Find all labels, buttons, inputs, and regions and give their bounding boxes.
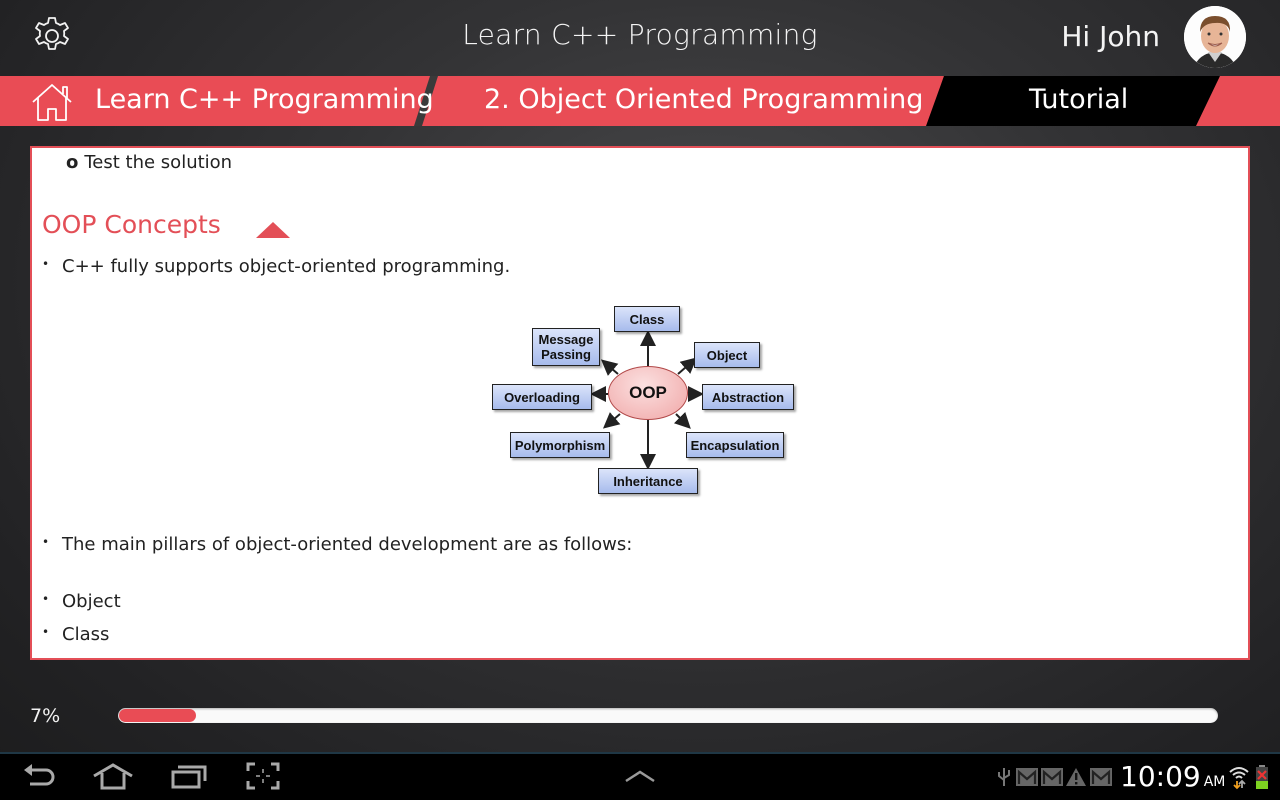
gmail-icon <box>1016 768 1038 786</box>
home-icon <box>32 84 72 121</box>
bullet-item: • The main pillars of object-oriented dev… <box>42 534 632 555</box>
back-icon <box>24 764 55 786</box>
sub-list-item: o Test the solution <box>66 152 232 173</box>
warning-notification[interactable] <box>1065 767 1087 791</box>
sub-bullet-marker: o <box>66 152 79 173</box>
tutorial-content[interactable]: o Test the solution OOP Concepts • C++ ful… <box>30 146 1250 660</box>
collapse-section-button[interactable] <box>256 222 290 238</box>
recent-apps-icon <box>171 765 207 789</box>
bullet-item: • Object <box>42 591 121 612</box>
bullet-text: Class <box>62 624 110 645</box>
avatar[interactable] <box>1184 6 1246 68</box>
chevron-up-icon <box>625 770 655 783</box>
home-button[interactable] <box>92 762 134 794</box>
diagram-node-object: Object <box>694 342 760 368</box>
bullet-item: • Class <box>42 624 109 645</box>
oop-concepts-diagram: OOP Class Object Abstraction Encapsulati… <box>488 300 798 500</box>
gmail-notification[interactable] <box>1016 768 1038 790</box>
bullet-marker: • <box>42 257 50 271</box>
diagram-center-oop: OOP <box>608 366 688 420</box>
diagram-node-encapsulation: Encapsulation <box>686 432 784 458</box>
breadcrumb-item-chapter[interactable]: 2. Object Oriented Programming <box>484 84 923 115</box>
gmail-notification[interactable] <box>1090 768 1112 790</box>
bullet-item: • C++ fully supports object-oriented prog… <box>42 256 510 277</box>
back-button[interactable] <box>22 762 58 794</box>
section-title: OOP Concepts <box>42 210 221 239</box>
clock-time: 10:09 <box>1120 760 1201 793</box>
bullet-text: Object <box>62 591 121 612</box>
bullet-text: C++ fully supports object-oriented progr… <box>62 256 511 277</box>
bullet-marker: • <box>42 535 50 549</box>
breadcrumb-item-tutorial[interactable]: Tutorial <box>1029 84 1128 115</box>
usb-icon <box>998 768 1010 786</box>
battery-status <box>1256 765 1268 793</box>
diagram-node-abstraction: Abstraction <box>702 384 794 410</box>
status-clock: 10:09 AM <box>1120 760 1225 793</box>
gmail-notification[interactable] <box>1041 768 1063 790</box>
top-bar: Learn C++ Programming Hi John <box>0 0 1280 76</box>
battery-icon <box>1256 765 1268 789</box>
gmail-icon <box>1090 768 1112 786</box>
diagram-node-polymorphism: Polymorphism <box>510 432 610 458</box>
user-photo <box>1184 6 1246 68</box>
screenshot-icon <box>246 762 280 790</box>
wifi-icon <box>1229 767 1249 790</box>
bullet-marker: • <box>42 625 50 639</box>
home-icon <box>93 763 133 790</box>
arrow-object <box>677 357 698 375</box>
clock-ampm: AM <box>1203 774 1226 790</box>
progress-percent: 7% <box>30 705 61 727</box>
breadcrumb-home-button[interactable] <box>30 82 74 122</box>
app-drawer-button[interactable] <box>624 768 656 787</box>
user-greeting: Hi John <box>1061 20 1160 53</box>
gmail-icon <box>1041 768 1063 786</box>
diagram-node-message-passing: Message Passing <box>532 328 600 366</box>
breadcrumb: Learn C++ Programming 2. Object Oriented… <box>0 76 1280 126</box>
diagram-node-overloading: Overloading <box>492 384 592 410</box>
arrow-polymorphism <box>602 412 621 429</box>
wifi-status <box>1228 764 1250 794</box>
recent-apps-button[interactable] <box>170 762 208 794</box>
diagram-node-class: Class <box>614 306 680 332</box>
system-navigation-bar: 10:09 AM <box>0 752 1280 800</box>
bullet-text: The main pillars of object-oriented deve… <box>62 534 633 555</box>
usb-status <box>996 766 1012 792</box>
diagram-node-inheritance: Inheritance <box>598 468 698 494</box>
warning-icon <box>1066 768 1086 786</box>
bullet-marker: • <box>42 592 50 606</box>
arrow-encapsulation <box>673 411 691 429</box>
progress-fill <box>119 709 196 722</box>
sub-item-text: Test the solution <box>84 152 233 173</box>
breadcrumb-item-course[interactable]: Learn C++ Programming <box>95 84 434 115</box>
screenshot-button[interactable] <box>246 762 280 794</box>
arrow-message-passing <box>600 359 619 376</box>
progress-bar[interactable] <box>118 708 1218 723</box>
